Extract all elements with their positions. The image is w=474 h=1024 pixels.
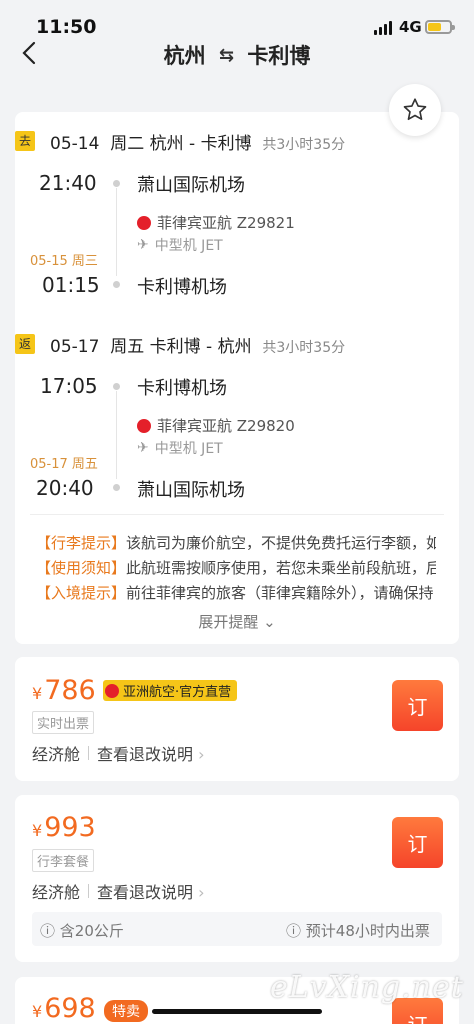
home-indicator: [152, 1009, 322, 1014]
timeline-dot: [113, 484, 120, 491]
baggage-tip: 【行李提示】该航司为廉价航空，不提供免费托运行李额，如: [36, 534, 436, 552]
battery-icon: [425, 20, 455, 34]
info-icon: ⓘ: [286, 922, 302, 940]
timeline-dot: [113, 180, 120, 187]
inbound-arrival-time: 20:40: [36, 476, 94, 500]
timeline-line: [116, 188, 117, 276]
favorite-button[interactable]: [389, 84, 441, 136]
airasia-logo-icon: [137, 418, 151, 433]
fare-price: ¥698: [32, 993, 96, 1024]
cabin-class: 经济舱: [32, 883, 81, 902]
official-airline-badge: 亚洲航空·官方直营: [103, 680, 238, 701]
fare-meta: 经济舱 查看退改说明 ›: [32, 741, 205, 765]
page-title: 杭州 ⇆ 卡利博: [0, 40, 474, 70]
outbound-summary: 05-14 周二 杭州 - 卡利博 共3小时35分: [50, 134, 346, 154]
outbound-departure-airport: 萧山国际机场: [137, 175, 245, 196]
inbound-summary: 05-17 周五 卡利博 - 杭州 共3小时35分: [50, 337, 346, 357]
plane-icon: ✈: [137, 237, 149, 253]
fare-info-bar: ⓘ 含20公斤 ⓘ 预计48小时内出票: [32, 912, 442, 946]
refund-policy-link[interactable]: 查看退改说明 ›: [97, 879, 205, 903]
info-icon: ⓘ: [40, 922, 56, 940]
inbound-duration: 共3小时35分: [262, 340, 346, 356]
inbound-airline: 菲律宾亚航 Z29820: [137, 415, 295, 436]
outbound-arrival-airport: 卡利博机场: [137, 277, 227, 298]
airasia-logo-icon: [105, 683, 119, 698]
outbound-arrival-time: 01:15: [42, 273, 100, 297]
swap-icon: ⇆: [218, 44, 235, 66]
outbound-tag: 去: [15, 130, 35, 151]
baggage-allowance: ⓘ 含20公斤: [40, 922, 124, 940]
plane-icon: ✈: [137, 440, 149, 456]
baggage-package-tag: 行李套餐: [32, 849, 95, 872]
inbound-departure-time: 17:05: [40, 374, 98, 398]
expand-tips-button[interactable]: 展开提醒 ⌄: [0, 611, 474, 632]
inbound-arrival-date: 05-17 周五: [30, 457, 98, 472]
fare-price: ¥993: [32, 812, 96, 843]
fare-meta: 经济舱 查看退改说明 ›: [32, 879, 205, 903]
chevron-right-icon: ›: [198, 883, 205, 902]
outbound-duration: 共3小时35分: [262, 137, 346, 153]
signal-icon: [374, 21, 392, 35]
outbound-departure-time: 21:40: [39, 171, 97, 195]
ticketing-tag: 实时出票: [32, 711, 95, 734]
inbound-arrival-airport: 萧山国际机场: [137, 480, 245, 501]
chevron-down-icon: ⌄: [263, 613, 276, 631]
outbound-airline: 菲律宾亚航 Z29821: [137, 212, 295, 233]
outbound-aircraft: ✈ 中型机 JET: [137, 237, 223, 254]
special-sale-badge: 特卖: [104, 1000, 148, 1022]
timeline-line: [116, 391, 117, 479]
origin-city: 杭州: [163, 44, 206, 68]
status-time: 11:50: [36, 16, 97, 38]
refund-policy-link[interactable]: 查看退改说明 ›: [97, 741, 205, 765]
inbound-aircraft: ✈ 中型机 JET: [137, 440, 223, 457]
watermark: eLvXing.net: [270, 970, 464, 1005]
star-icon: [403, 98, 427, 121]
network-type: 4G: [399, 18, 422, 36]
usage-tip: 【使用须知】此航班需按顺序使用，若您未乘坐前段航班，后: [36, 559, 436, 577]
destination-city: 卡利博: [247, 44, 311, 68]
chevron-right-icon: ›: [198, 745, 205, 764]
fare-price: ¥786: [32, 675, 96, 706]
entry-tip: 【入境提示】前往菲律宾的旅客（菲律宾籍除外），请确保持: [36, 584, 434, 602]
inbound-departure-airport: 卡利博机场: [137, 378, 227, 399]
airasia-logo-icon: [137, 215, 151, 230]
inbound-tag: 返: [15, 333, 35, 354]
timeline-dot: [113, 281, 120, 288]
cabin-class: 经济舱: [32, 745, 81, 764]
book-button[interactable]: 订: [392, 680, 443, 731]
book-button[interactable]: 订: [392, 817, 443, 868]
divider: [30, 514, 444, 515]
outbound-arrival-date: 05-15 周三: [30, 254, 98, 269]
ticketing-time: ⓘ 预计48小时内出票: [286, 922, 430, 940]
timeline-dot: [113, 383, 120, 390]
